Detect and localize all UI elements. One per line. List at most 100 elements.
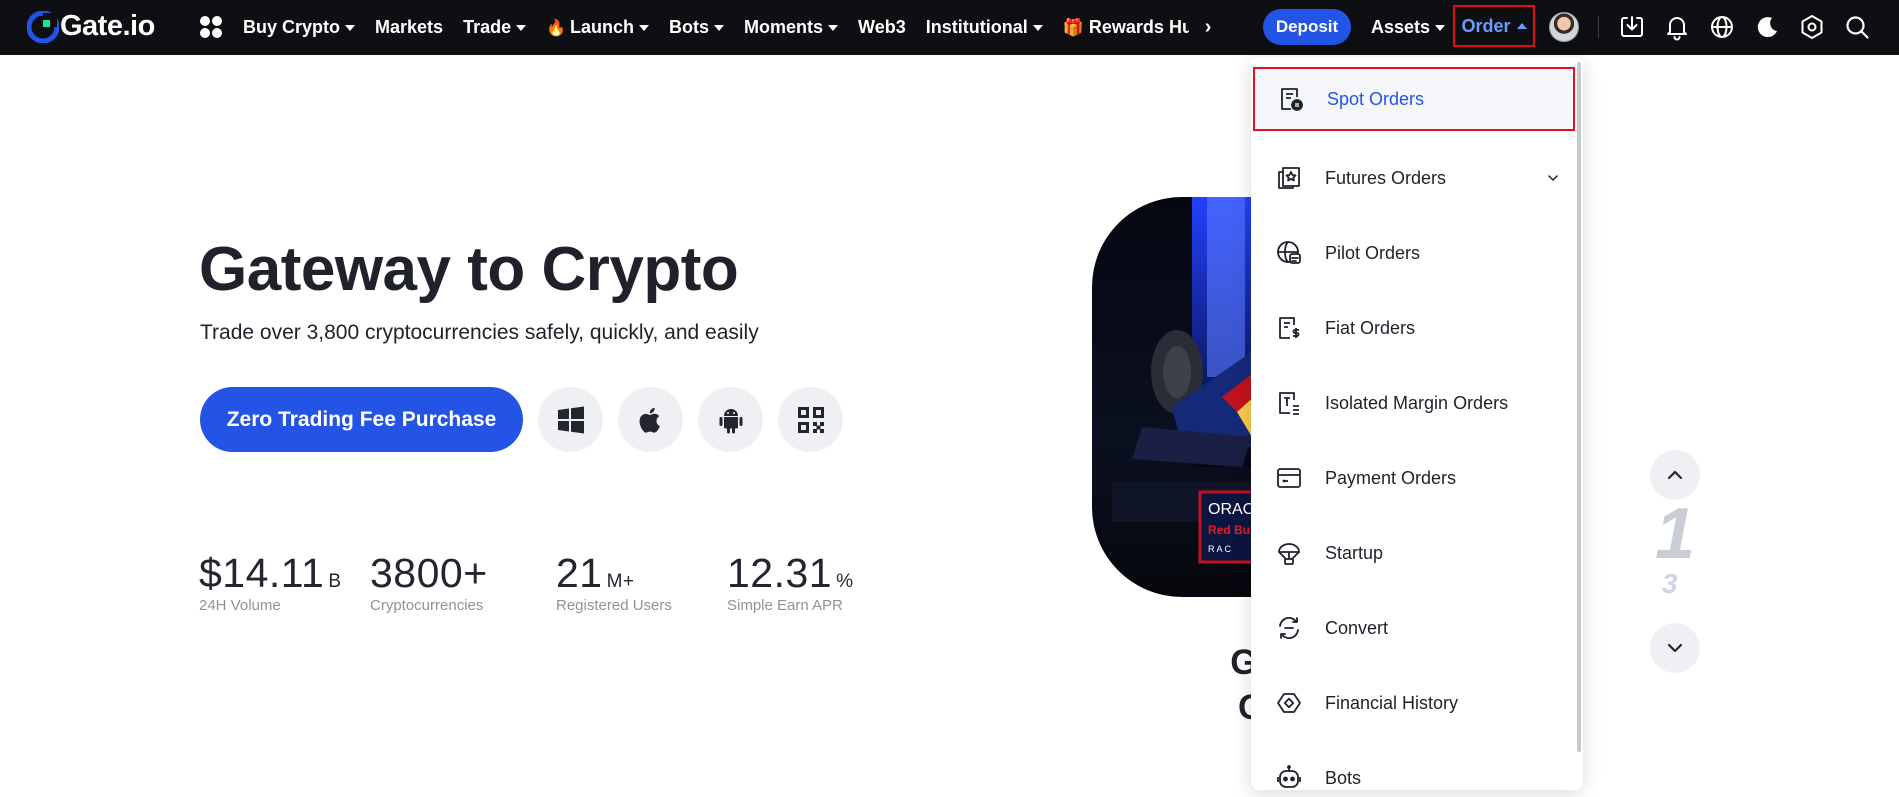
chevron-down-icon[interactable] <box>1547 172 1559 184</box>
menu-item-bots[interactable]: Bots <box>1251 746 1577 790</box>
dark-mode-moon-icon[interactable] <box>1753 13 1781 41</box>
user-avatar[interactable] <box>1549 12 1579 42</box>
nav-label: Trade <box>463 17 512 37</box>
nav-buy-crypto[interactable]: Buy Crypto <box>243 17 356 38</box>
stat-number: $14.11 <box>199 550 325 596</box>
carousel-current: 1 <box>1655 494 1696 574</box>
badge-mid: Red Bull <box>1208 523 1257 537</box>
apple-icon <box>639 407 660 433</box>
assets-menu[interactable]: Assets <box>1371 0 1446 55</box>
qr-code-icon <box>797 406 824 433</box>
stat-unit: B <box>328 571 342 592</box>
startup-icon <box>1278 543 1300 565</box>
nav-label: Buy Crypto <box>243 17 341 37</box>
main-nav: Buy Crypto Markets Trade 🔥 Launch Bots Mo… <box>243 0 1211 55</box>
menu-item-futures-orders[interactable]: Futures Orders <box>1251 146 1577 210</box>
menu-item-spot-orders[interactable]: Spot Orders <box>1253 67 1575 131</box>
menu-item-convert[interactable]: Convert <box>1251 596 1577 660</box>
nav-institutional[interactable]: Institutional <box>926 17 1043 38</box>
pilot-orders-icon <box>1277 241 1301 264</box>
order-label: Order <box>1461 15 1511 36</box>
qr-code-download-button[interactable] <box>778 387 843 452</box>
deposit-button[interactable]: Deposit <box>1263 9 1351 45</box>
nav-web3[interactable]: Web3 <box>858 17 906 38</box>
top-navigation-bar: Gate.io Buy Crypto Markets Trade 🔥 Launch… <box>0 0 1899 55</box>
nav-rewards-hub[interactable]: 🎁Rewards Hub <box>1063 17 1189 38</box>
brand-name: Gate.io <box>60 10 155 42</box>
caret-down-icon <box>345 24 356 31</box>
stat-label: Cryptocurrencies <box>370 597 484 614</box>
nav-launch[interactable]: 🔥 Launch <box>546 17 650 38</box>
stat-label: 24H Volume <box>199 597 281 614</box>
nav-label: Web3 <box>858 17 906 37</box>
order-menu-trigger[interactable]: Order <box>1453 5 1535 47</box>
menu-item-pilot-orders[interactable]: Pilot Orders <box>1251 221 1577 285</box>
menu-item-label: Financial History <box>1325 692 1459 713</box>
topbar-divider <box>1598 16 1599 38</box>
menu-item-label: Pilot Orders <box>1325 242 1421 263</box>
menu-item-startup[interactable]: Startup <box>1251 521 1577 585</box>
bots-icon <box>1277 765 1301 788</box>
menu-item-label: Isolated Margin Orders <box>1325 392 1509 413</box>
carousel-up-button[interactable] <box>1650 450 1700 500</box>
gate-logo-icon <box>27 10 59 43</box>
nav-label: Moments <box>744 17 824 37</box>
dropdown-scrollbar[interactable] <box>1577 62 1581 752</box>
settings-icon[interactable] <box>1798 13 1826 41</box>
fire-icon: 🔥 <box>546 19 567 37</box>
nav-bots[interactable]: Bots <box>669 17 725 38</box>
order-dropdown-menu: Spot Orders Futures Orders Pilot Orders … <box>1251 57 1583 790</box>
caret-down-icon <box>1032 24 1043 31</box>
assets-label: Assets <box>1371 17 1431 37</box>
nav-label: Markets <box>375 17 444 37</box>
nav-scroll-right-icon[interactable]: › <box>1205 16 1212 39</box>
stat-unit: M+ <box>606 571 635 592</box>
android-download-button[interactable] <box>698 387 763 452</box>
chevron-down-icon <box>1667 643 1683 653</box>
menu-item-label: Payment Orders <box>1325 467 1457 488</box>
menu-item-fiat-orders[interactable]: Fiat Orders <box>1251 296 1577 360</box>
globe-icon[interactable] <box>1708 13 1736 41</box>
caret-down-icon <box>828 24 839 31</box>
search-icon[interactable] <box>1843 13 1871 41</box>
nav-label: Bots <box>669 17 710 37</box>
menu-item-isolated-margin-orders[interactable]: Isolated Margin Orders <box>1251 371 1577 435</box>
stat-label: Registered Users <box>556 597 672 614</box>
carousel-down-button[interactable] <box>1650 623 1700 673</box>
zero-fee-purchase-button[interactable]: Zero Trading Fee Purchase <box>200 387 523 452</box>
menu-item-payment-orders[interactable]: Payment Orders <box>1251 446 1577 510</box>
margin-orders-icon <box>1279 392 1299 415</box>
menu-item-financial-history[interactable]: Financial History <box>1251 671 1577 735</box>
stat-value: 21 M+ <box>556 550 672 597</box>
caret-down-icon <box>639 24 650 31</box>
menu-item-label: Convert <box>1325 617 1389 638</box>
nav-markets[interactable]: Markets <box>375 17 443 38</box>
nav-moments[interactable]: Moments <box>744 17 839 38</box>
menu-item-label: Startup <box>1325 542 1384 563</box>
stat-value: 12.31% <box>727 550 854 597</box>
stat-value: $14.11 B <box>199 550 342 597</box>
badge-top: ORAC <box>1208 501 1254 518</box>
gift-icon: 🎁 <box>1062 17 1084 37</box>
convert-icon <box>1279 617 1299 639</box>
menu-item-label: Spot Orders <box>1327 88 1425 109</box>
android-icon <box>719 408 742 433</box>
menu-item-label: Fiat Orders <box>1325 317 1416 338</box>
caret-down-icon <box>1435 24 1446 31</box>
caret-down-icon <box>714 24 725 31</box>
stat-earn-apr: 12.31% Simple Earn APR <box>727 550 854 614</box>
download-icon[interactable] <box>1618 13 1646 41</box>
caret-down-icon <box>516 24 527 31</box>
stat-cryptocurrencies: 3800+ Cryptocurrencies <box>370 550 492 614</box>
windows-download-button[interactable] <box>538 387 603 452</box>
stat-unit: % <box>836 571 854 592</box>
gate-logo[interactable]: Gate.io <box>27 10 155 43</box>
apple-download-button[interactable] <box>618 387 683 452</box>
bell-icon[interactable] <box>1663 13 1691 41</box>
chevron-up-icon <box>1667 470 1683 480</box>
nav-label: Institutional <box>925 17 1028 37</box>
nav-trade[interactable]: Trade <box>463 17 527 38</box>
spot-orders-icon <box>1281 88 1303 111</box>
caret-up-icon <box>1516 23 1527 29</box>
apps-grid-icon[interactable] <box>198 14 224 40</box>
